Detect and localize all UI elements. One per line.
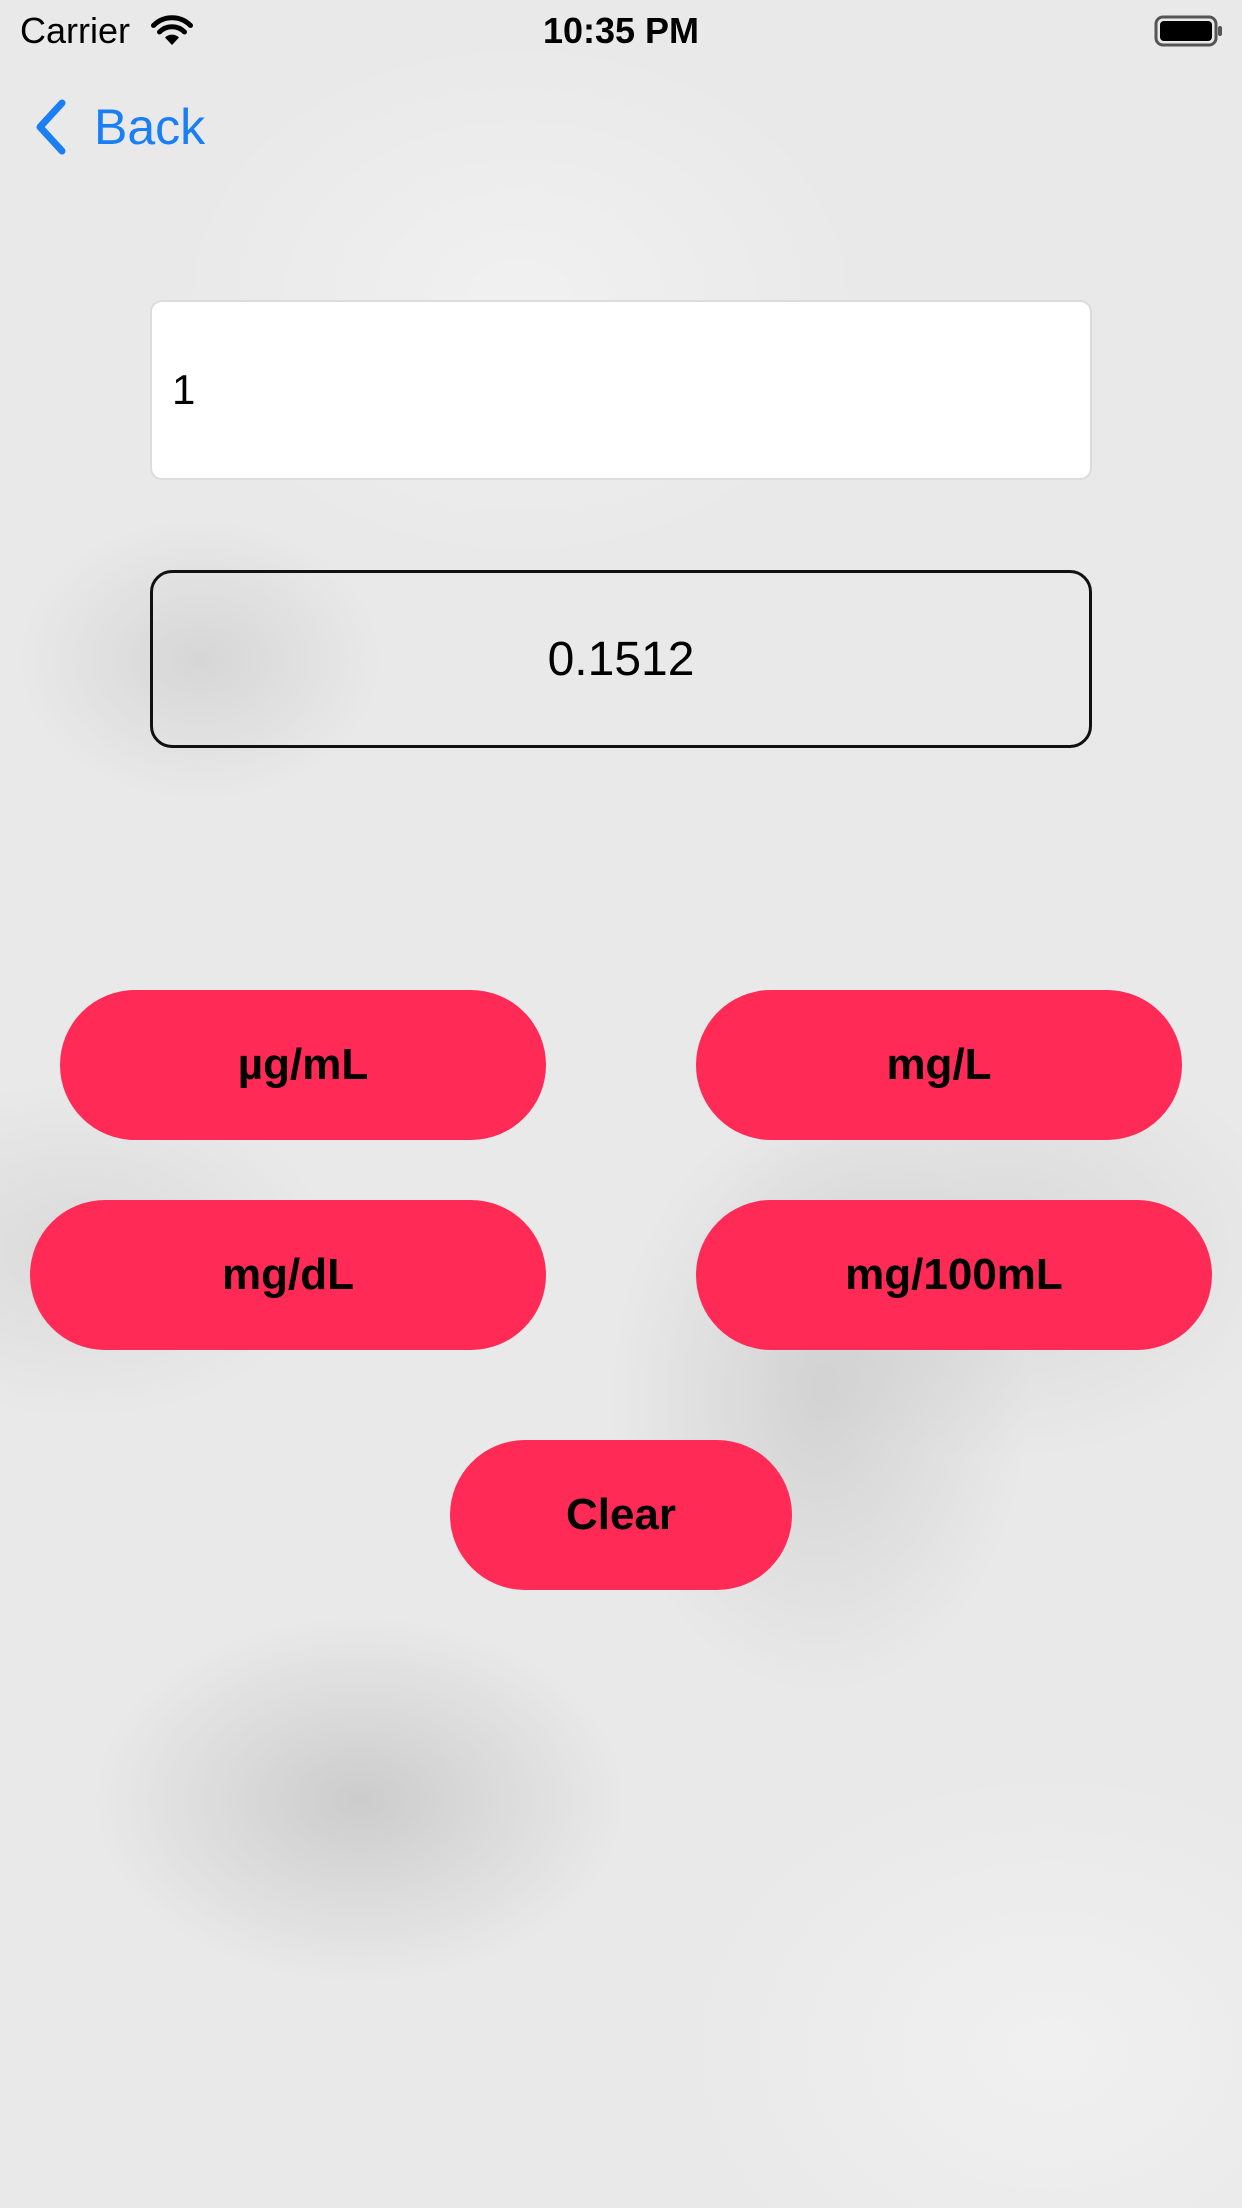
clear-button[interactable]: Clear [450,1440,792,1590]
mg-per-dl-button[interactable]: mg/dL [30,1200,546,1350]
battery-icon [1154,15,1222,47]
status-bar: Carrier 10:35 PM [0,0,1242,60]
result-value: 0.1512 [547,632,695,686]
chevron-left-icon [36,99,66,155]
mg-per-100ml-button[interactable]: mg/100mL [696,1200,1212,1350]
ug-per-ml-button[interactable]: µg/mL [60,990,546,1140]
back-label: Back [94,99,206,155]
value-input[interactable] [150,300,1092,480]
status-time: 10:35 PM [542,10,700,51]
mg-per-l-button[interactable]: mg/L [696,990,1182,1140]
back-button[interactable]: Back [32,92,205,162]
result-display: 0.1512 [150,570,1092,748]
